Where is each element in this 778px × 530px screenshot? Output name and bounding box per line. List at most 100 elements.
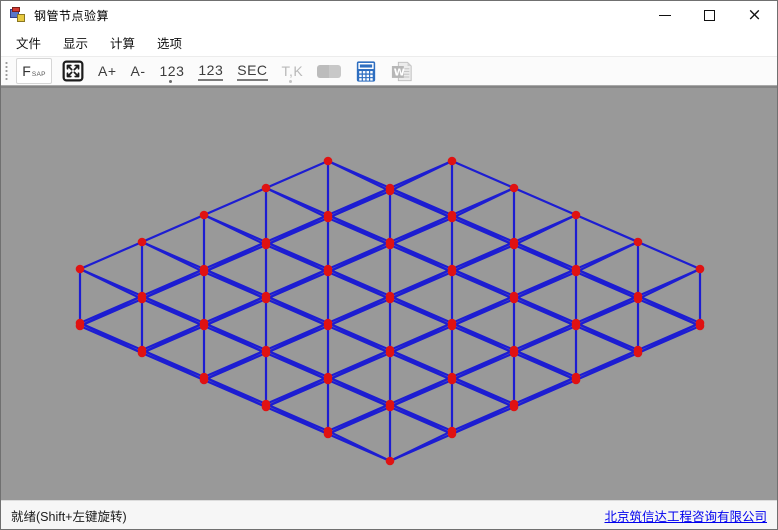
truss-node	[510, 349, 519, 358]
sections-button[interactable]: SEC	[233, 58, 271, 84]
truss-member	[204, 296, 266, 326]
truss-member	[142, 269, 204, 299]
truss-node	[262, 184, 271, 193]
truss-node	[572, 268, 581, 277]
truss-member	[80, 323, 142, 353]
truss-node	[634, 349, 643, 358]
app-window: 钢管节点验算 × 文件 显示 计算 选项 FSAP	[0, 0, 778, 530]
truss-node	[510, 241, 519, 250]
truss-node	[76, 322, 85, 331]
truss-member	[452, 215, 514, 245]
truss-node	[448, 322, 457, 331]
truss-member	[576, 242, 638, 272]
status-message: 就绪(Shift+左键旋转)	[11, 506, 127, 525]
truss-member	[576, 269, 638, 299]
truss-node	[200, 376, 209, 385]
truss-member	[204, 215, 266, 245]
truss-node	[386, 241, 395, 250]
menu-display[interactable]: 显示	[52, 28, 99, 57]
truss-member	[142, 215, 204, 242]
sap-model-button[interactable]: FSAP	[16, 58, 52, 84]
truss-member	[576, 296, 638, 326]
truss-member	[204, 188, 266, 215]
truss-member	[576, 215, 638, 242]
title-bar: 钢管节点验算 ×	[1, 1, 777, 29]
disabled-image-icon	[317, 65, 341, 78]
font-increase-button[interactable]: A+	[94, 58, 121, 84]
truss-node	[324, 376, 333, 385]
truss-member	[638, 296, 700, 326]
space-truss-structure	[1, 88, 777, 500]
minimize-button[interactable]	[642, 1, 687, 29]
truss-member	[514, 215, 576, 245]
truss-member	[452, 242, 514, 272]
menu-file[interactable]: 文件	[5, 28, 52, 57]
truss-member	[204, 350, 266, 380]
truss-member	[266, 242, 328, 272]
menu-calculate[interactable]: 计算	[99, 28, 146, 57]
truss-node	[324, 214, 333, 223]
svg-text:W: W	[394, 67, 405, 78]
element-numbers-button[interactable]: 123	[194, 58, 227, 84]
calculator-button[interactable]	[351, 58, 381, 84]
truss-member	[390, 161, 452, 191]
truss-node	[634, 238, 643, 247]
truss-member	[514, 377, 576, 407]
truss-node	[138, 295, 147, 304]
truss-member	[390, 242, 452, 272]
company-link[interactable]: 北京筑信达工程咨询有限公司	[604, 506, 767, 525]
truss-node	[386, 187, 395, 196]
truss-member	[266, 296, 328, 326]
truss-member	[328, 269, 390, 299]
truss-member	[328, 350, 390, 380]
truss-node	[138, 349, 147, 358]
truss-node	[696, 265, 705, 274]
maximize-button[interactable]	[687, 1, 732, 29]
truss-node	[572, 376, 581, 385]
truss-member	[390, 377, 452, 407]
menu-options[interactable]: 选项	[146, 28, 193, 57]
toolbar-grip[interactable]	[5, 61, 8, 81]
truss-member	[452, 350, 514, 380]
truss-member	[204, 377, 266, 407]
truss-node	[324, 430, 333, 439]
drawing-canvas[interactable]	[1, 86, 777, 500]
truss-member	[266, 161, 328, 188]
truss-node	[510, 403, 519, 412]
truss-member	[390, 269, 452, 299]
word-report-button-disabled[interactable]: W	[387, 58, 417, 84]
truss-member	[452, 296, 514, 326]
word-icon: W	[391, 59, 413, 84]
truss-member	[576, 323, 638, 353]
truss-member	[328, 377, 390, 407]
truss-member	[514, 188, 576, 215]
truss-node	[324, 157, 333, 166]
truss-node	[448, 268, 457, 277]
truss-node	[386, 295, 395, 304]
truss-member	[204, 269, 266, 299]
truss-node	[386, 403, 395, 412]
node-numbers-button[interactable]: 123	[156, 58, 189, 84]
truss-member	[266, 215, 328, 245]
truss-node	[200, 268, 209, 277]
tk-joints-button[interactable]: T,K	[278, 58, 308, 84]
truss-member	[328, 242, 390, 272]
zoom-extents-button[interactable]	[58, 58, 88, 84]
truss-member	[452, 377, 514, 407]
truss-member	[266, 269, 328, 299]
truss-member	[452, 188, 514, 218]
font-decrease-button[interactable]: A-	[127, 58, 150, 84]
image-export-button-disabled[interactable]	[313, 58, 345, 84]
truss-node	[262, 349, 271, 358]
truss-member	[266, 377, 328, 407]
truss-member	[452, 161, 514, 188]
truss-node	[200, 211, 209, 220]
truss-node	[324, 268, 333, 277]
truss-member	[576, 350, 638, 380]
truss-node	[200, 322, 209, 331]
close-button[interactable]: ×	[732, 1, 777, 29]
truss-member	[80, 269, 142, 299]
truss-node	[448, 157, 457, 166]
minimize-icon	[659, 15, 671, 16]
truss-member	[390, 296, 452, 326]
